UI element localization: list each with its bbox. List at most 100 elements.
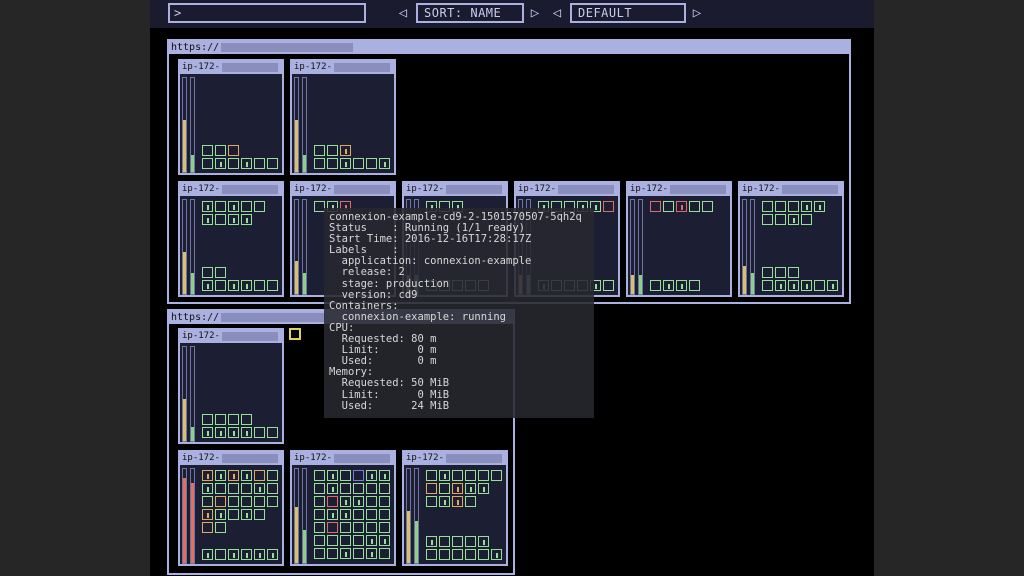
pod[interactable] <box>340 496 351 507</box>
pod[interactable] <box>801 280 812 291</box>
node-card[interactable]: ip-172- <box>178 450 284 566</box>
pod[interactable] <box>827 280 838 291</box>
pod[interactable] <box>379 522 390 533</box>
pod[interactable] <box>254 427 265 438</box>
pod[interactable] <box>379 548 390 559</box>
pod[interactable] <box>228 509 239 520</box>
pod[interactable] <box>676 201 687 212</box>
pod[interactable] <box>202 496 213 507</box>
node-card[interactable]: ip-172- <box>290 450 396 566</box>
pod[interactable] <box>366 548 377 559</box>
pod[interactable] <box>254 280 265 291</box>
pod[interactable] <box>327 522 338 533</box>
pod[interactable] <box>775 214 786 225</box>
pod[interactable] <box>228 496 239 507</box>
pod[interactable] <box>241 280 252 291</box>
pod[interactable] <box>439 549 450 560</box>
pod[interactable] <box>689 201 700 212</box>
pod[interactable] <box>465 549 476 560</box>
theme-next-icon[interactable]: ▷ <box>690 4 704 22</box>
pod[interactable] <box>228 427 239 438</box>
pod[interactable] <box>202 280 213 291</box>
pod[interactable] <box>353 535 364 546</box>
pod[interactable] <box>228 158 239 169</box>
pod[interactable] <box>426 549 437 560</box>
pod[interactable] <box>314 145 325 156</box>
pod[interactable] <box>689 280 700 291</box>
pod[interactable] <box>379 158 390 169</box>
pod[interactable] <box>775 201 786 212</box>
pod[interactable] <box>491 549 502 560</box>
pod[interactable] <box>465 536 476 547</box>
pod[interactable] <box>215 509 226 520</box>
pod[interactable] <box>340 470 351 481</box>
pod[interactable] <box>228 483 239 494</box>
pod[interactable] <box>353 522 364 533</box>
sort-prev-icon[interactable]: ◁ <box>396 4 410 22</box>
pod[interactable] <box>241 201 252 212</box>
pod[interactable] <box>327 509 338 520</box>
pod[interactable] <box>366 522 377 533</box>
pod[interactable] <box>267 427 278 438</box>
node-card[interactable]: ip-172- <box>402 450 508 566</box>
pod[interactable] <box>267 549 278 560</box>
pod[interactable] <box>215 414 226 425</box>
pod[interactable] <box>327 548 338 559</box>
pod[interactable] <box>254 158 265 169</box>
pod[interactable] <box>366 535 377 546</box>
pod[interactable] <box>241 509 252 520</box>
pod[interactable] <box>215 158 226 169</box>
pod[interactable] <box>478 549 489 560</box>
pod[interactable] <box>762 214 773 225</box>
pod[interactable] <box>314 548 325 559</box>
pod[interactable] <box>327 535 338 546</box>
pod[interactable] <box>353 548 364 559</box>
filter-input[interactable]: > <box>168 3 366 23</box>
pod[interactable] <box>491 470 502 481</box>
pod[interactable] <box>241 483 252 494</box>
pod[interactable] <box>340 522 351 533</box>
pod[interactable] <box>215 470 226 481</box>
node-card[interactable]: ip-172- <box>626 181 732 297</box>
pod[interactable] <box>202 522 213 533</box>
pod[interactable] <box>327 145 338 156</box>
pod[interactable] <box>353 483 364 494</box>
pod[interactable] <box>215 280 226 291</box>
pod[interactable] <box>762 267 773 278</box>
pod[interactable] <box>775 280 786 291</box>
pod[interactable] <box>452 483 463 494</box>
pod[interactable] <box>788 214 799 225</box>
pod[interactable] <box>650 201 661 212</box>
pod[interactable] <box>478 536 489 547</box>
pod[interactable] <box>202 214 213 225</box>
pod[interactable] <box>603 201 614 212</box>
pod[interactable] <box>228 414 239 425</box>
pod[interactable] <box>478 483 489 494</box>
pod[interactable] <box>202 470 213 481</box>
pod[interactable] <box>663 201 674 212</box>
pod[interactable] <box>379 496 390 507</box>
pod[interactable] <box>202 509 213 520</box>
pod[interactable] <box>215 267 226 278</box>
pod[interactable] <box>353 470 364 481</box>
pod[interactable] <box>228 280 239 291</box>
pod[interactable] <box>465 483 476 494</box>
pod[interactable] <box>267 483 278 494</box>
pod[interactable] <box>426 536 437 547</box>
pod[interactable] <box>241 470 252 481</box>
pod[interactable] <box>327 158 338 169</box>
pod[interactable] <box>228 145 239 156</box>
pod[interactable] <box>254 201 265 212</box>
pod[interactable] <box>788 201 799 212</box>
pod[interactable] <box>202 267 213 278</box>
pod[interactable] <box>452 549 463 560</box>
pod[interactable] <box>241 214 252 225</box>
pod[interactable] <box>314 470 325 481</box>
pod[interactable] <box>366 483 377 494</box>
pod[interactable] <box>340 158 351 169</box>
pod[interactable] <box>366 509 377 520</box>
pod[interactable] <box>353 158 364 169</box>
pod[interactable] <box>801 201 812 212</box>
pod[interactable] <box>267 470 278 481</box>
pod[interactable] <box>340 548 351 559</box>
